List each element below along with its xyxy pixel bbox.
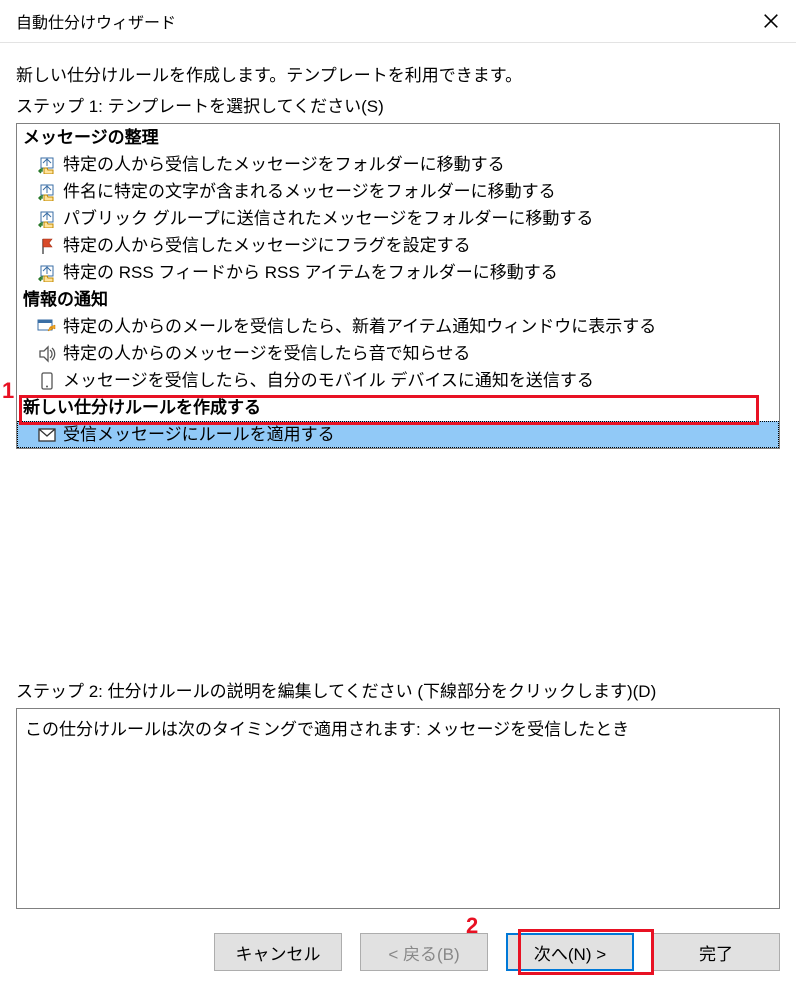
button-row: キャンセル < 戻る(B) 次へ(N) > 完了 bbox=[214, 933, 780, 971]
step1-label: ステップ 1: テンプレートを選択してください(S) bbox=[16, 92, 780, 117]
button-label: < 戻る(B) bbox=[388, 940, 459, 965]
list-item-move-public-group[interactable]: パブリック グループに送信されたメッセージをフォルダーに移動する bbox=[17, 205, 779, 232]
list-item-move-from-person[interactable]: 特定の人から受信したメッセージをフォルダーに移動する bbox=[17, 151, 779, 178]
dialog-content: 新しい仕分けルールを作成します。テンプレートを利用できます。 ステップ 1: テ… bbox=[0, 43, 796, 921]
group-header-blank: 新しい仕分けルールを作成する bbox=[17, 394, 779, 421]
list-item-label: メッセージを受信したら、自分のモバイル デバイスに通知を送信する bbox=[63, 370, 594, 392]
button-label: 次へ(N) > bbox=[534, 940, 606, 965]
list-item-move-rss[interactable]: 特定の RSS フィードから RSS アイテムをフォルダーに移動する bbox=[17, 259, 779, 286]
cancel-button[interactable]: キャンセル bbox=[214, 933, 342, 971]
desktop-alert-icon bbox=[37, 317, 57, 337]
template-listbox[interactable]: メッセージの整理 特定の人から受信したメッセージをフォルダーに移動する bbox=[16, 123, 780, 449]
move-folder-icon bbox=[37, 155, 57, 175]
list-item-notify-mobile[interactable]: メッセージを受信したら、自分のモバイル デバイスに通知を送信する bbox=[17, 367, 779, 394]
list-item-label: 受信メッセージにルールを適用する bbox=[63, 424, 335, 446]
list-item-label: 特定の RSS フィードから RSS アイテムをフォルダーに移動する bbox=[63, 262, 558, 284]
list-item-label: 特定の人から受信したメッセージにフラグを設定する bbox=[63, 235, 471, 257]
finish-button[interactable]: 完了 bbox=[652, 933, 780, 971]
list-item-label: 件名に特定の文字が含まれるメッセージをフォルダーに移動する bbox=[63, 181, 556, 203]
list-item-flag-from-person[interactable]: 特定の人から受信したメッセージにフラグを設定する bbox=[17, 232, 779, 259]
titlebar: 自動仕分けウィザード bbox=[0, 0, 796, 43]
close-icon bbox=[764, 14, 778, 28]
list-item-label: 特定の人から受信したメッセージをフォルダーに移動する bbox=[63, 154, 505, 176]
list-item-notify-window[interactable]: 特定の人からのメールを受信したら、新着アイテム通知ウィンドウに表示する bbox=[17, 313, 779, 340]
dialog-title: 自動仕分けウィザード bbox=[16, 9, 176, 33]
flag-icon bbox=[37, 236, 57, 256]
sound-icon bbox=[37, 344, 57, 364]
rule-description-box[interactable]: この仕分けルールは次のタイミングで適用されます: メッセージを受信したとき bbox=[16, 708, 780, 909]
next-button[interactable]: 次へ(N) > bbox=[506, 933, 634, 971]
button-label: キャンセル bbox=[236, 940, 321, 965]
step2-label: ステップ 2: 仕分けルールの説明を編集してください (下線部分をクリックします… bbox=[16, 677, 780, 702]
close-button[interactable] bbox=[748, 0, 794, 42]
list-item-move-subject[interactable]: 件名に特定の文字が含まれるメッセージをフォルダーに移動する bbox=[17, 178, 779, 205]
envelope-icon bbox=[37, 425, 57, 445]
list-item-apply-incoming[interactable]: 受信メッセージにルールを適用する bbox=[17, 421, 779, 448]
back-button[interactable]: < 戻る(B) bbox=[360, 933, 488, 971]
rules-wizard-dialog: 自動仕分けウィザード 新しい仕分けルールを作成します。テンプレートを利用できます… bbox=[0, 0, 796, 987]
button-label: 完了 bbox=[699, 940, 733, 965]
group-header-organize: メッセージの整理 bbox=[17, 124, 779, 151]
mobile-icon bbox=[37, 371, 57, 391]
move-folder-icon bbox=[37, 182, 57, 202]
intro-text: 新しい仕分けルールを作成します。テンプレートを利用できます。 bbox=[16, 61, 780, 86]
group-header-notify: 情報の通知 bbox=[17, 286, 779, 313]
move-folder-icon bbox=[37, 209, 57, 229]
rule-description-text: この仕分けルールは次のタイミングで適用されます: メッセージを受信したとき bbox=[25, 720, 629, 739]
list-item-label: 特定の人からのメッセージを受信したら音で知らせる bbox=[63, 343, 470, 365]
list-item-label: 特定の人からのメールを受信したら、新着アイテム通知ウィンドウに表示する bbox=[63, 316, 656, 338]
move-folder-icon bbox=[37, 263, 57, 283]
list-item-notify-sound[interactable]: 特定の人からのメッセージを受信したら音で知らせる bbox=[17, 340, 779, 367]
list-item-label: パブリック グループに送信されたメッセージをフォルダーに移動する bbox=[63, 208, 593, 230]
